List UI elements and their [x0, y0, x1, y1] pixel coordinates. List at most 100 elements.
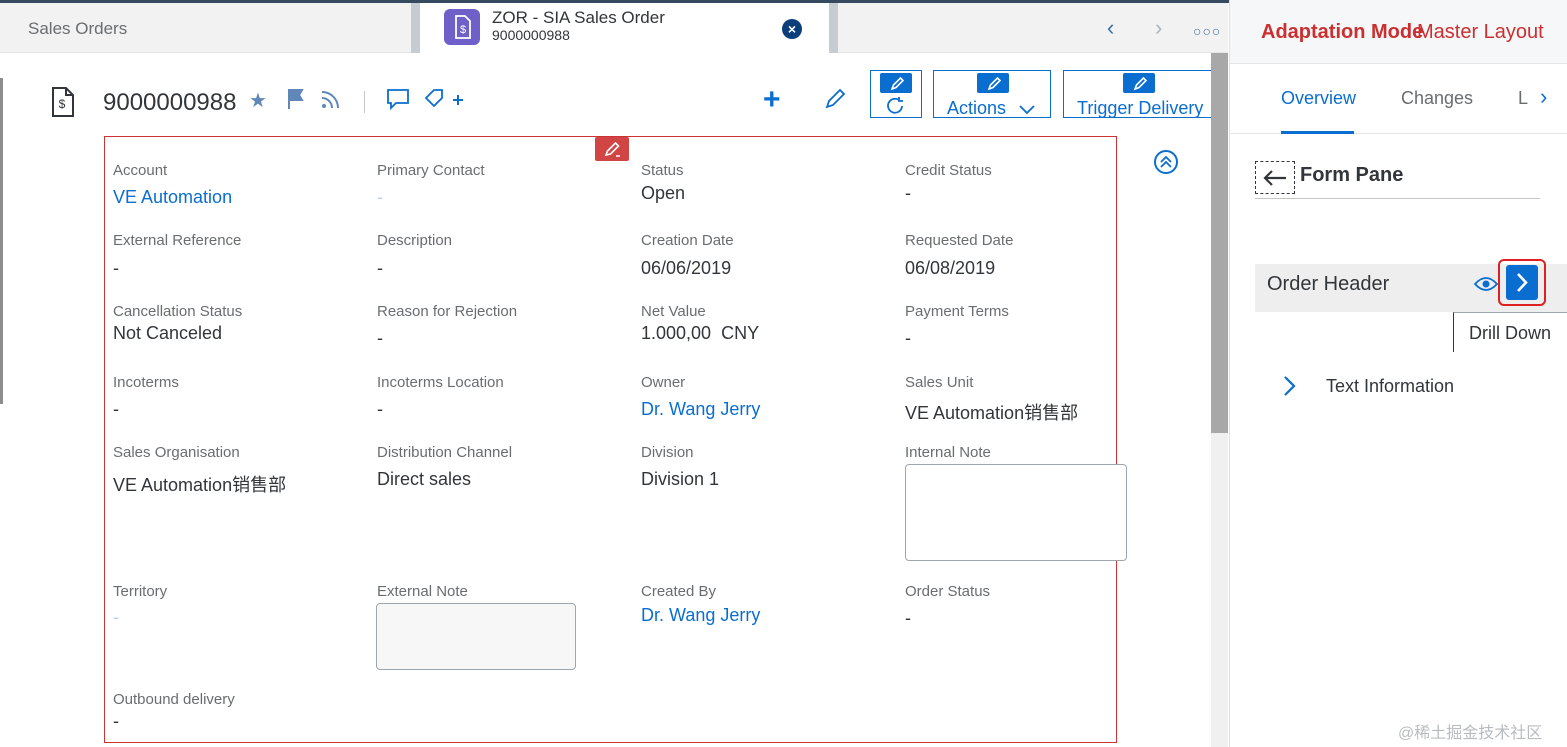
field-label-net-value: Net Value: [641, 303, 706, 320]
order-header-label: Order Header: [1267, 273, 1390, 295]
field-label-payment-terms: Payment Terms: [905, 303, 1009, 320]
field-label-owner: Owner: [641, 374, 686, 391]
follow-feed-icon[interactable]: [320, 88, 342, 116]
trigger-delivery-label: Trigger Delivery: [1077, 98, 1204, 118]
field-label-incoterms-location: Incoterms Location: [377, 374, 504, 391]
collapse-header-icon[interactable]: [1154, 150, 1178, 174]
adaptation-panel: Adaptation Mode Master Layout Overview C…: [1229, 0, 1567, 747]
object-title: 9000000988: [103, 89, 237, 116]
field-value-incoterms-location: -: [377, 399, 383, 419]
field-value-description: -: [377, 258, 383, 278]
chevron-right-icon[interactable]: ›: [1540, 84, 1547, 110]
add-icon[interactable]: +: [763, 83, 781, 117]
chevron-left-icon[interactable]: ‹: [1107, 15, 1114, 41]
tab-strip: Sales Orders $ ZOR - SIA Sales Order 900…: [0, 3, 1228, 53]
field-label-incoterms: Incoterms: [113, 374, 179, 391]
chevron-right-icon[interactable]: ›: [1155, 15, 1162, 41]
field-value-division: Division 1: [641, 469, 720, 489]
field-label-requested-date: Requested Date: [905, 232, 1014, 249]
back-arrow-button[interactable]: [1255, 161, 1295, 194]
edit-pencil-icon[interactable]: [824, 88, 846, 115]
arrow-left-icon: [1263, 170, 1286, 186]
field-value-cancellation-status: Not Canceled: [113, 323, 223, 343]
text-information-item[interactable]: Text Information: [1326, 376, 1454, 397]
tab-separator: [829, 3, 838, 53]
field-label-sales-unit: Sales Unit: [905, 374, 974, 391]
form-section[interactable]: [104, 136, 1117, 743]
tab-subtitle: 9000000988: [492, 27, 570, 43]
field-value-order-status: -: [905, 608, 911, 628]
field-label-primary-contact: Primary Contact: [377, 162, 485, 179]
field-value-payment-terms: -: [905, 328, 911, 348]
active-tab-indicator: [1281, 131, 1354, 134]
edit-badge-icon: [977, 73, 1009, 93]
field-value-territory[interactable]: -: [113, 607, 119, 628]
edit-badge-icon: [880, 73, 912, 93]
adaptation-mode-label: Adaptation Mode: [1261, 21, 1424, 43]
field-value-net-value: 1.000,00 CNY: [641, 323, 760, 343]
field-value-outbound-delivery: -: [113, 711, 119, 731]
field-label-internal-note: Internal Note: [905, 444, 991, 461]
field-value-status: Open: [641, 183, 686, 203]
internal-note-textarea[interactable]: [905, 464, 1127, 561]
field-value-sales-unit: VE Automation销售部: [905, 403, 1079, 423]
field-value-created-by[interactable]: Dr. Wang Jerry: [641, 605, 760, 626]
field-value-reason-for-rejection: -: [377, 328, 383, 348]
field-value-distribution-channel: Direct sales: [377, 469, 472, 489]
field-label-order-status: Order Status: [905, 583, 991, 600]
edit-form-badge-icon[interactable]: [595, 137, 629, 161]
comment-icon[interactable]: [386, 88, 410, 116]
favorite-star-icon[interactable]: ★: [249, 88, 267, 113]
trigger-delivery-button[interactable]: Trigger Delivery: [1063, 70, 1212, 118]
tab-truncated[interactable]: L: [1518, 88, 1528, 109]
field-value-sales-organisation: VE Automation销售部: [113, 475, 287, 495]
field-label-sales-organisation: Sales Organisation: [113, 444, 240, 461]
left-edge-bar: [0, 78, 3, 404]
tab-separator: [411, 3, 420, 53]
drill-down-button[interactable]: [1498, 259, 1546, 306]
external-note-textarea[interactable]: [376, 603, 576, 670]
chevron-down-icon: [1019, 105, 1035, 115]
svg-text:$: $: [59, 97, 66, 111]
master-layout-label[interactable]: Master Layout: [1417, 21, 1544, 44]
more-icon[interactable]: ○○○: [1193, 23, 1221, 39]
form-pane-title: Form Pane: [1300, 164, 1404, 186]
field-label-credit-status: Credit Status: [905, 162, 992, 179]
watermark: @稀土掘金技术社区: [1398, 725, 1543, 742]
close-tab-icon[interactable]: ×: [782, 19, 802, 39]
tab-overview[interactable]: Overview: [1281, 88, 1356, 109]
tab-title: ZOR - SIA Sales Order: [492, 8, 665, 27]
edit-badge-icon: [1123, 73, 1155, 93]
tab-sales-orders[interactable]: Sales Orders: [28, 19, 127, 39]
sales-order-object-icon: $: [50, 86, 76, 123]
field-value-credit-status: -: [905, 183, 911, 203]
field-label-outbound-delivery: Outbound delivery: [113, 691, 235, 708]
field-label-account: Account: [113, 162, 168, 179]
expand-chevron-icon[interactable]: [1282, 374, 1298, 404]
field-label-creation-date: Creation Date: [641, 232, 734, 249]
field-label-reason-for-rejection: Reason for Rejection: [377, 303, 518, 320]
field-value-account[interactable]: VE Automation: [113, 187, 232, 208]
refresh-icon: [887, 97, 903, 114]
actions-label: Actions: [947, 98, 1007, 118]
tab-changes[interactable]: Changes: [1401, 88, 1473, 109]
drill-down-tooltip-text: Drill Down: [1469, 323, 1552, 343]
field-label-distribution-channel: Distribution Channel: [377, 444, 513, 461]
refresh-edit-button[interactable]: [870, 70, 922, 118]
actions-button[interactable]: Actions: [933, 70, 1051, 118]
drill-down-chevron-icon: [1506, 265, 1538, 300]
field-value-primary-contact[interactable]: -: [377, 187, 383, 208]
field-value-incoterms: -: [113, 399, 119, 419]
field-label-territory: Territory: [113, 583, 168, 600]
flag-icon[interactable]: [287, 88, 305, 116]
field-label-created-by: Created By: [641, 583, 717, 600]
field-value-owner[interactable]: Dr. Wang Jerry: [641, 399, 760, 420]
tab-sales-order-detail[interactable]: $ ZOR - SIA Sales Order 9000000988 ×: [420, 3, 829, 53]
add-tag-icon[interactable]: [423, 88, 467, 116]
eye-icon[interactable]: [1473, 274, 1499, 299]
svg-text:$: $: [460, 24, 466, 36]
scrollbar-thumb[interactable]: [1211, 53, 1228, 433]
sales-order-document-icon: $: [444, 9, 480, 45]
field-label-external-note: External Note: [377, 583, 468, 600]
field-label-division: Division: [641, 444, 694, 461]
